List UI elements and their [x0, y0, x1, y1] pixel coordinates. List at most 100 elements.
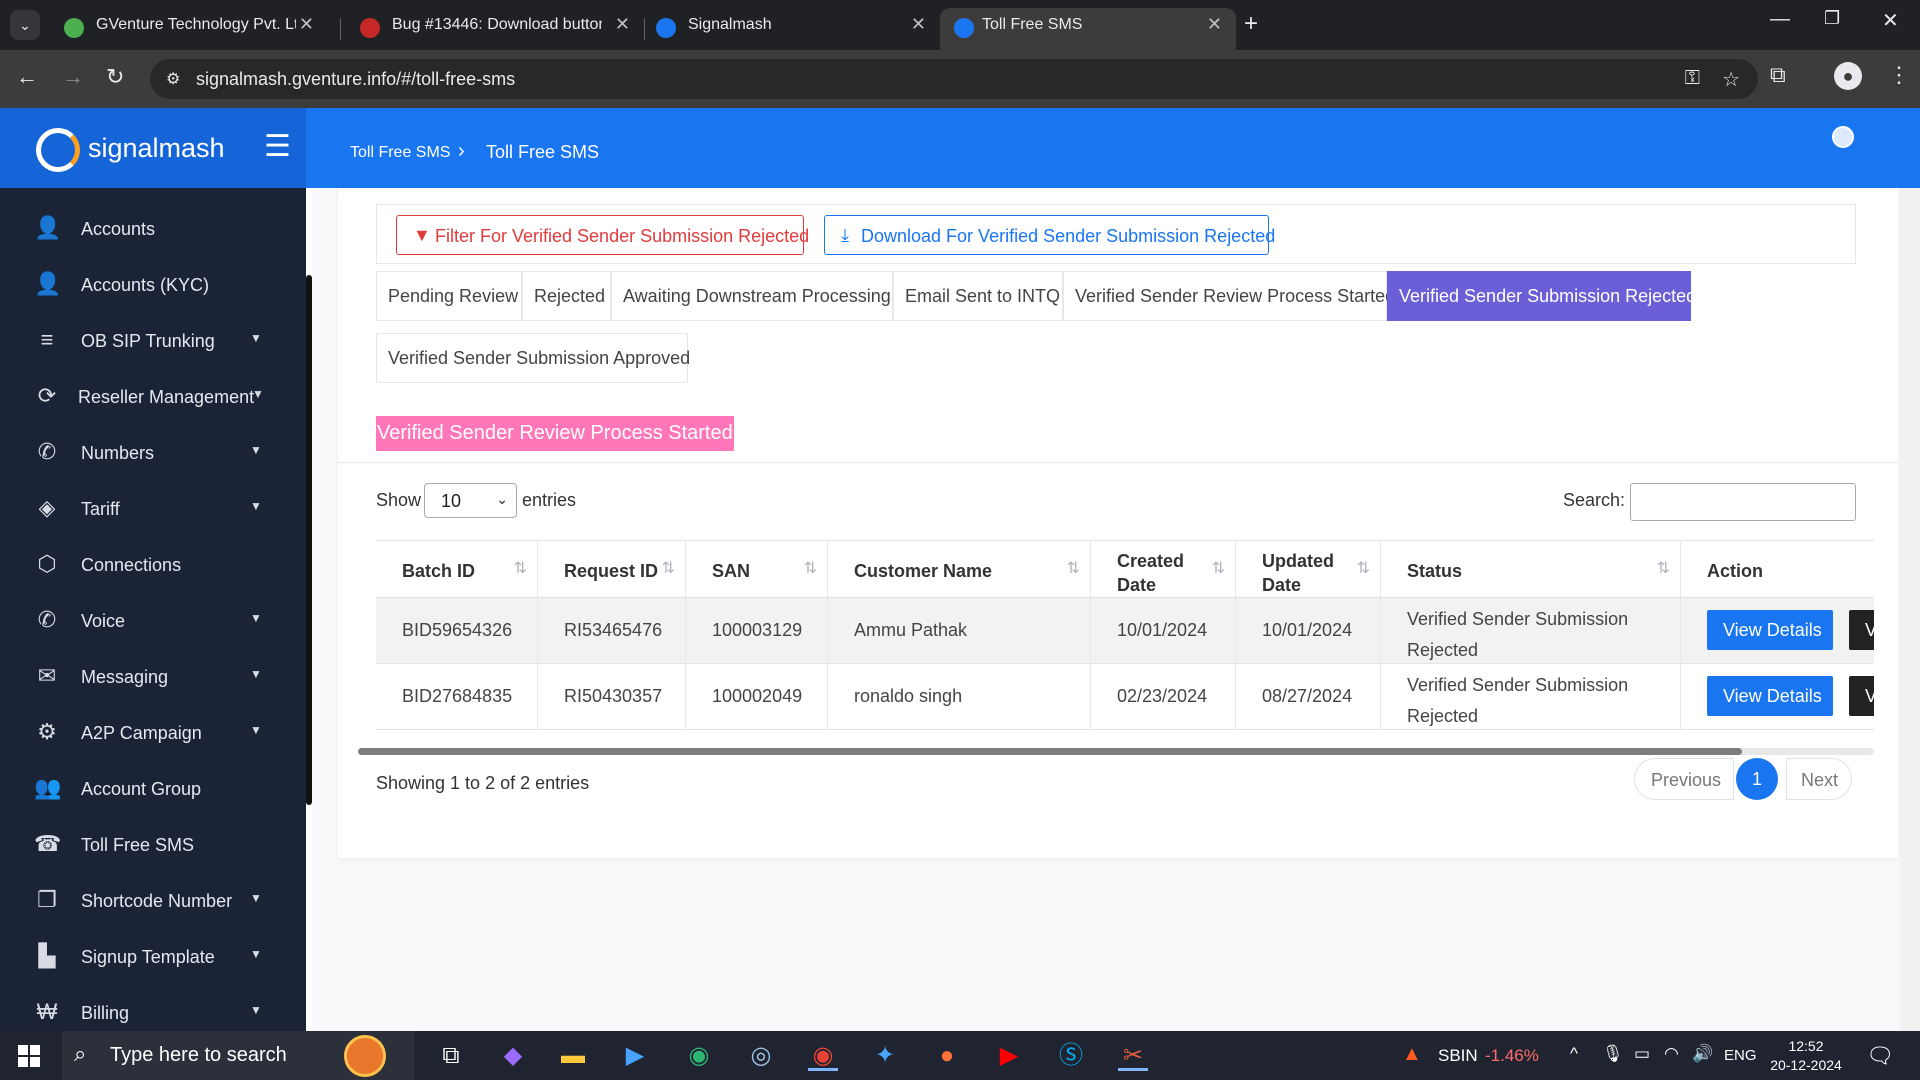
sidebar-item-reseller-management[interactable]: ⟳ Reseller Management ▼: [0, 369, 306, 425]
view-details-button[interactable]: View Details: [1707, 676, 1833, 716]
column-header-san[interactable]: SAN ⇅: [686, 540, 828, 598]
tab-verified-sender-submission-rejected[interactable]: Verified Sender Submission Rejected: [1387, 271, 1696, 321]
file-explorer-icon[interactable]: ▬: [558, 1041, 588, 1071]
tab-verified-sender-review-process-started[interactable]: Verified Sender Review Process Started: [1063, 271, 1395, 321]
windows-start-icon[interactable]: [18, 1045, 40, 1067]
sidebar-item-voice[interactable]: ✆ Voice ▼: [0, 593, 306, 649]
sidebar-item-messaging[interactable]: ✉ Messaging ▼: [0, 649, 306, 705]
sidebar-item-signup-template[interactable]: ▙ Signup Template ▼: [0, 929, 306, 985]
app-icon[interactable]: ▶: [620, 1041, 650, 1071]
url-field[interactable]: ⚙ signalmash.gventure.info/#/toll-free-s…: [150, 59, 1758, 99]
breadcrumb-parent[interactable]: Toll Free SMS: [350, 144, 450, 162]
clock[interactable]: 12:52 20-12-2024: [1766, 1037, 1846, 1075]
tray-chevron-icon[interactable]: ^: [1570, 1044, 1578, 1064]
edge-icon[interactable]: ◉: [684, 1041, 714, 1071]
sidebar-item-a2p-campaign[interactable]: ⚙ A2P Campaign ▼: [0, 705, 306, 761]
sidebar-item-accounts[interactable]: 👤 Accounts: [0, 201, 306, 257]
search-input[interactable]: [1630, 483, 1856, 521]
stock-name[interactable]: SBIN: [1438, 1046, 1478, 1066]
column-header-created-date[interactable]: Created Date ⇅: [1091, 540, 1236, 598]
snipping-tool-icon[interactable]: ✂: [1118, 1041, 1148, 1071]
reload-icon[interactable]: ↻: [106, 64, 124, 90]
forward-icon[interactable]: →: [62, 64, 84, 90]
back-icon[interactable]: ←: [16, 64, 38, 90]
sidebar-item-label: OB SIP Trunking: [81, 331, 215, 351]
previous-page-button[interactable]: Previous: [1634, 758, 1734, 800]
column-header-updated-date[interactable]: Updated Date ⇅: [1236, 540, 1381, 598]
caret-down-icon: ▼: [250, 723, 262, 737]
notification-icon[interactable]: 🗨: [1866, 1043, 1894, 1069]
taskbar-search-box[interactable]: ⌕ Type here to search: [62, 1031, 414, 1080]
cell-san: 100003129: [686, 598, 828, 664]
tab-pending-review[interactable]: Pending Review: [376, 271, 522, 321]
sidebar-item-label: Shortcode Number: [81, 891, 233, 911]
browser-tab-active[interactable]: Toll Free SMS ✕: [940, 8, 1236, 50]
extensions-icon[interactable]: ⧉: [1770, 62, 1786, 88]
app-icon[interactable]: ✦: [870, 1041, 900, 1071]
skype-icon[interactable]: Ⓢ: [1056, 1041, 1086, 1071]
secondary-action-button[interactable]: Vi: [1849, 676, 1874, 716]
minimize-icon[interactable]: —: [1770, 8, 1790, 31]
sidebar-item-accounts-kyc[interactable]: 👤 Accounts (KYC): [0, 257, 306, 313]
close-tab-icon[interactable]: ✕: [911, 14, 926, 35]
sidebar-item-label: Toll Free SMS: [81, 835, 195, 855]
browser-tab[interactable]: Bug #13446: Download button ✕: [344, 8, 644, 50]
close-window-icon[interactable]: ✕: [1882, 8, 1899, 33]
close-tab-icon[interactable]: ✕: [615, 14, 630, 35]
sidebar-item-tariff[interactable]: ◈ Tariff ▼: [0, 481, 306, 537]
sidebar-item-numbers[interactable]: ✆ Numbers ▼: [0, 425, 306, 481]
microphone-icon[interactable]: 🎙: [1602, 1044, 1624, 1064]
close-tab-icon[interactable]: ✕: [1207, 14, 1222, 35]
view-details-button[interactable]: View Details: [1707, 610, 1833, 650]
wifi-icon[interactable]: ◠: [1664, 1044, 1679, 1064]
close-tab-icon[interactable]: ✕: [299, 14, 314, 35]
sidebar-item-billing[interactable]: ₩ Billing ▼: [0, 985, 306, 1031]
password-key-icon[interactable]: ⚿: [1685, 67, 1700, 90]
column-header-status[interactable]: Status ⇅: [1381, 540, 1681, 598]
download-button[interactable]: ⤓ Download For Verified Sender Submissio…: [824, 215, 1275, 255]
page-scrollbar[interactable]: [1900, 188, 1920, 1031]
column-header-request-id[interactable]: Request ID ⇅: [538, 540, 686, 598]
tab-verified-sender-submission-approved[interactable]: Verified Sender Submission Approved: [376, 333, 690, 383]
site-info-icon[interactable]: ⚙: [166, 69, 180, 89]
billing-icon: ₩: [36, 999, 58, 1024]
tab-title: GVenture Technology Pvt. Ltd. -: [96, 16, 296, 33]
connections-icon: ⬡: [37, 551, 57, 576]
page-length-select[interactable]: 10 ⌄: [424, 483, 517, 518]
sidebar-item-ob-sip-trunking[interactable]: ≡ OB SIP Trunking ▼: [0, 313, 306, 369]
browser-tab[interactable]: Signalmash ✕: [640, 8, 940, 50]
volume-icon[interactable]: 🔊: [1692, 1044, 1713, 1064]
profile-icon[interactable]: ●: [1834, 62, 1862, 90]
app-icon[interactable]: ◎: [746, 1041, 776, 1071]
sidebar-item-toll-free-sms[interactable]: ☎ Toll Free SMS: [0, 817, 306, 873]
sidebar-item-connections[interactable]: ⬡ Connections: [0, 537, 306, 593]
firefox-icon[interactable]: ●: [932, 1041, 962, 1071]
user-avatar[interactable]: [1832, 126, 1854, 148]
battery-icon[interactable]: ▭: [1634, 1044, 1650, 1064]
filter-button[interactable]: ▼ Filter For Verified Sender Submission …: [396, 215, 809, 255]
secondary-action-button[interactable]: Vi: [1849, 610, 1874, 650]
restore-icon[interactable]: ❐: [1824, 8, 1840, 29]
tab-email-sent-to-intq[interactable]: Email Sent to INTQ: [893, 271, 1063, 321]
sidebar-item-account-group[interactable]: 👥 Account Group: [0, 761, 306, 817]
browser-tab[interactable]: GVenture Technology Pvt. Ltd. - ✕: [48, 8, 328, 50]
copilot-icon[interactable]: ◆: [498, 1041, 528, 1071]
column-header-batch-id[interactable]: Batch ID ⇅: [376, 540, 538, 598]
tab-rejected[interactable]: Rejected: [522, 271, 611, 321]
tab-search-button[interactable]: ⌄: [10, 10, 40, 40]
sidebar-item-shortcode-number[interactable]: ❐ Shortcode Number ▼: [0, 873, 306, 929]
column-header-customer-name[interactable]: Customer Name ⇅: [828, 540, 1091, 598]
chrome-icon[interactable]: ◉: [808, 1041, 838, 1071]
caret-down-icon: ▼: [250, 667, 262, 681]
page-1-button[interactable]: 1: [1736, 758, 1778, 800]
youtube-icon[interactable]: ▶: [994, 1041, 1024, 1071]
bookmark-star-icon[interactable]: ☆: [1722, 67, 1740, 92]
language-indicator[interactable]: ENG: [1724, 1047, 1757, 1064]
table-horizontal-scrollbar[interactable]: [358, 748, 1742, 755]
next-page-button[interactable]: Next: [1786, 758, 1852, 800]
tab-awaiting-downstream-processing[interactable]: Awaiting Downstream Processing: [611, 271, 893, 321]
more-menu-icon[interactable]: ⋮: [1888, 62, 1910, 88]
task-view-icon[interactable]: ⧉: [436, 1041, 466, 1071]
hamburger-menu-icon[interactable]: ☰: [264, 132, 291, 162]
new-tab-icon[interactable]: +: [1244, 10, 1258, 38]
